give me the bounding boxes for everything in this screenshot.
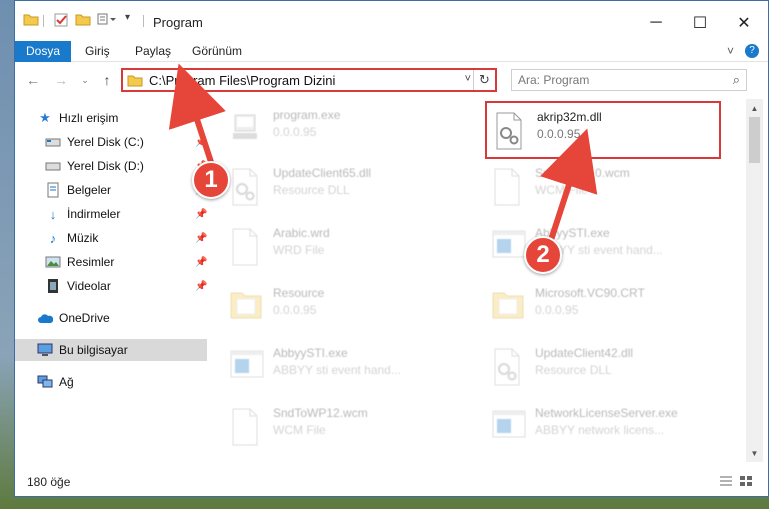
callout-arrow-1 (168, 63, 226, 168)
callout-badge-2: 2 (524, 236, 562, 274)
callout-arrows (168, 63, 598, 243)
callout-badge-1: 1 (192, 161, 230, 199)
callout-arrow-2 (540, 128, 598, 243)
